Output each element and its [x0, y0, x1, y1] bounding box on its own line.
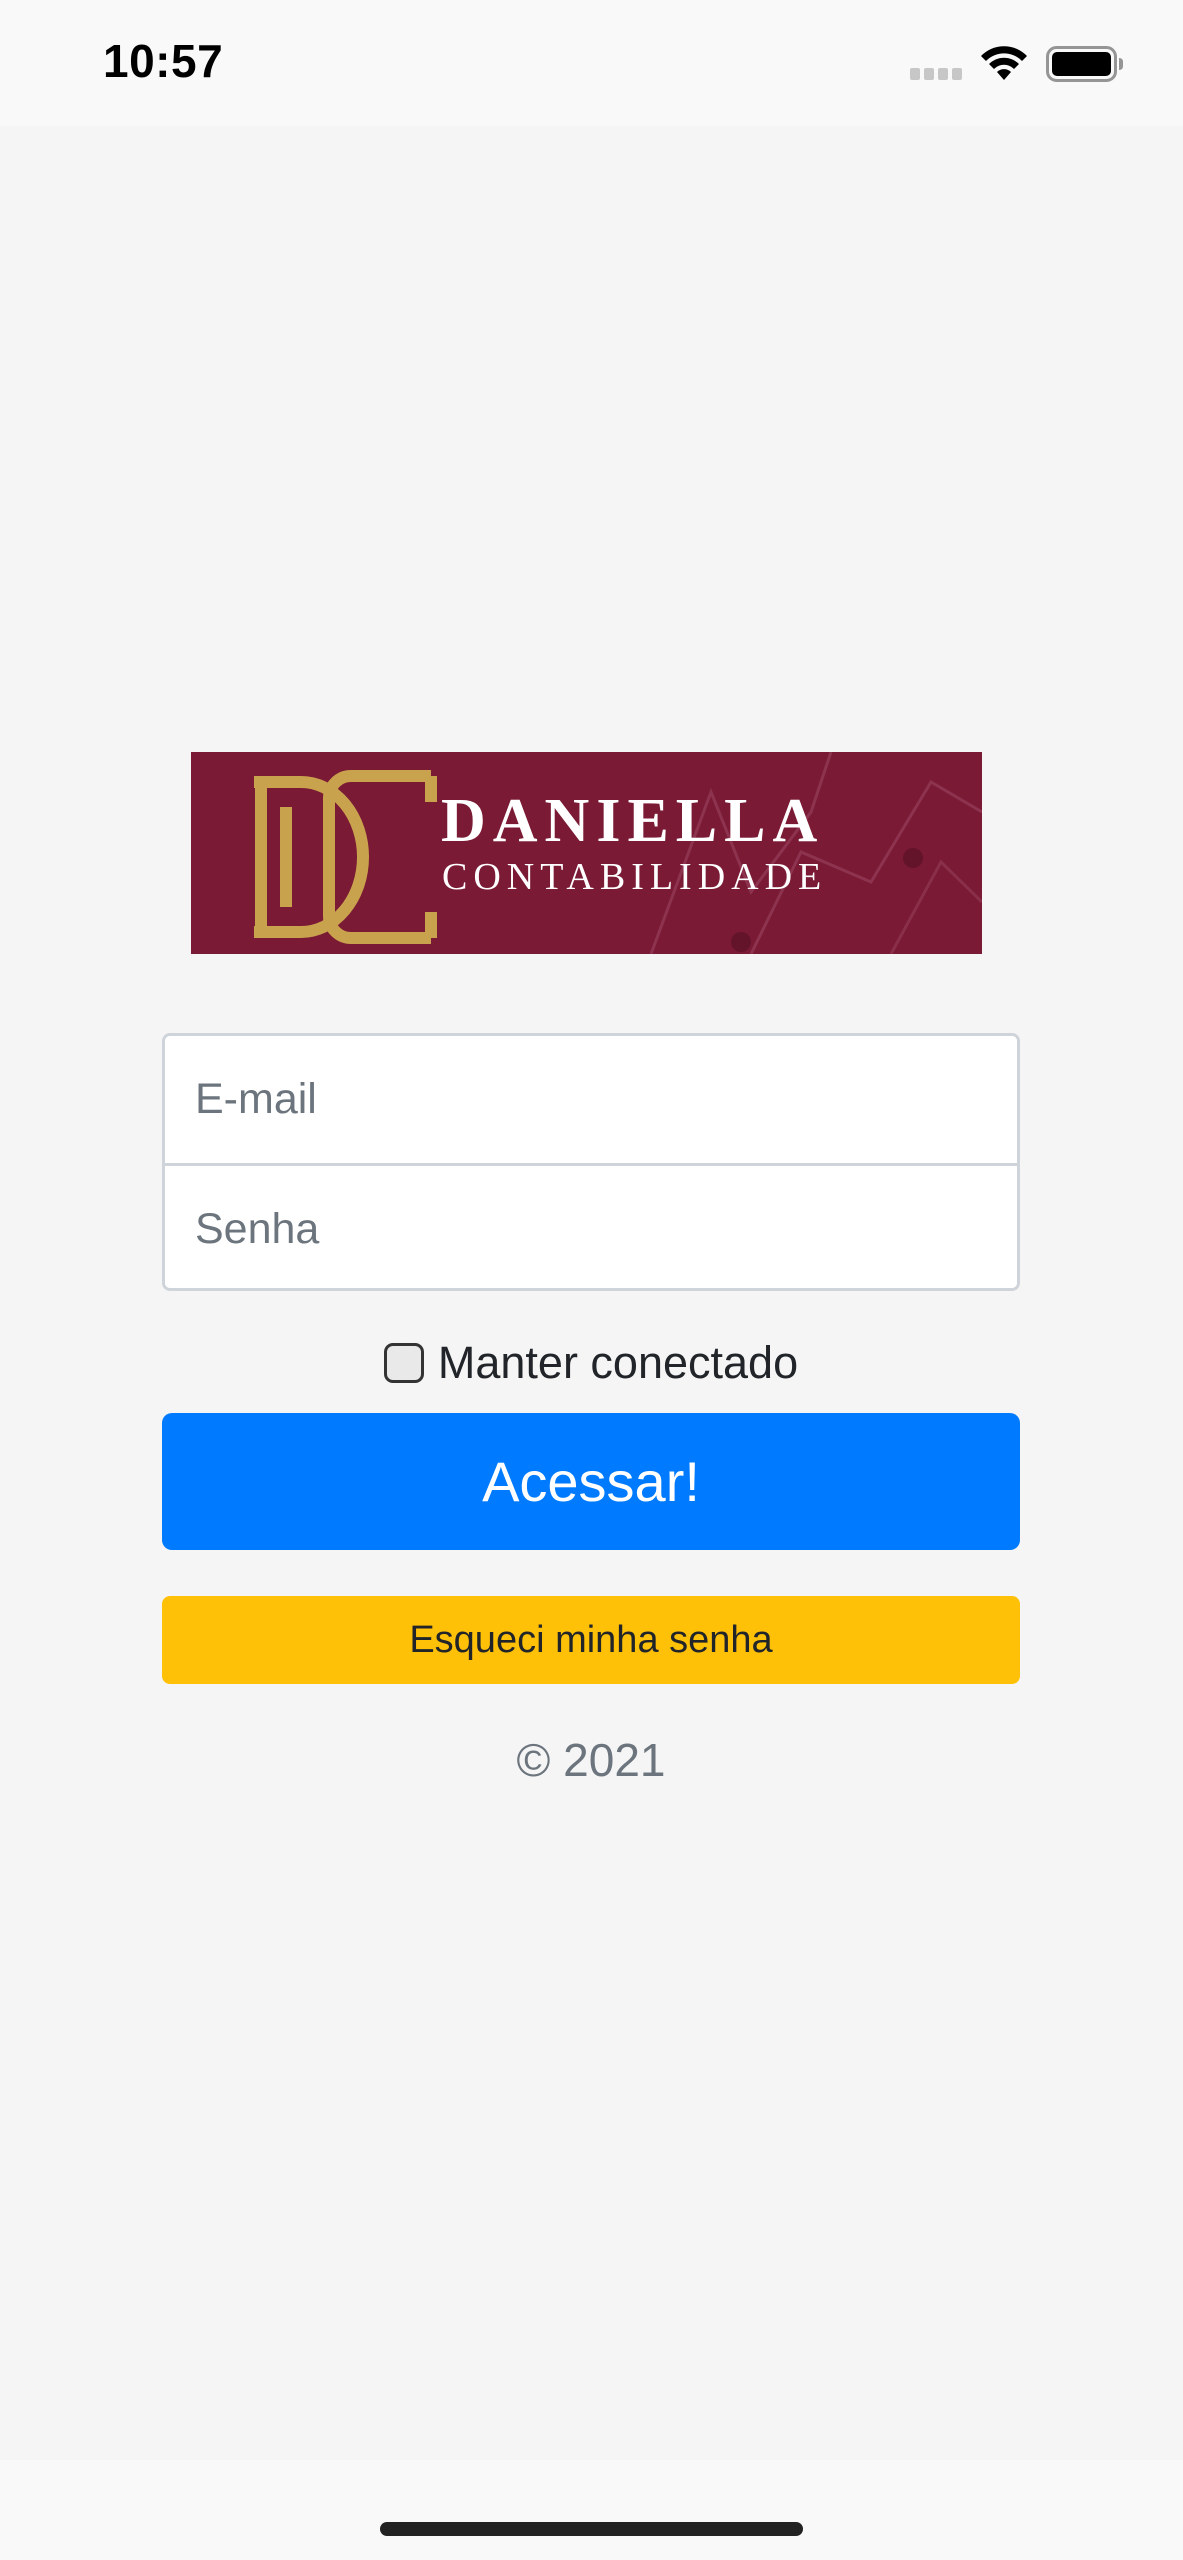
remember-me-label: Manter conectado	[437, 1337, 799, 1388]
login-form: Manter conectado Acessar! Esqueci minha …	[162, 1033, 1020, 1786]
email-input[interactable]	[165, 1036, 1017, 1163]
home-indicator[interactable]	[380, 2522, 803, 2536]
wifi-icon	[981, 46, 1027, 80]
password-input[interactable]	[165, 1166, 1017, 1288]
company-logo: DANIELLA CONTABILIDADE	[191, 752, 982, 954]
logo-monogram	[254, 770, 437, 944]
logo-brand-name: DANIELLA	[441, 787, 824, 855]
battery-icon	[1046, 46, 1123, 82]
forgot-password-button[interactable]: Esqueci minha senha	[162, 1596, 1020, 1684]
credentials-input-group	[162, 1033, 1020, 1291]
status-bar: 10:57	[0, 0, 1183, 126]
remember-me-row[interactable]: Manter conectado	[162, 1328, 1020, 1398]
login-button[interactable]: Acessar!	[162, 1413, 1020, 1550]
cellular-signal-icon	[910, 68, 962, 80]
logo-brand-sub: CONTABILIDADE	[442, 856, 827, 898]
copyright-text: © 2021	[516, 1734, 666, 1786]
status-time: 10:57	[103, 35, 224, 87]
remember-me-checkbox[interactable]	[383, 1343, 424, 1383]
bottom-safe-area	[0, 2460, 1183, 2560]
